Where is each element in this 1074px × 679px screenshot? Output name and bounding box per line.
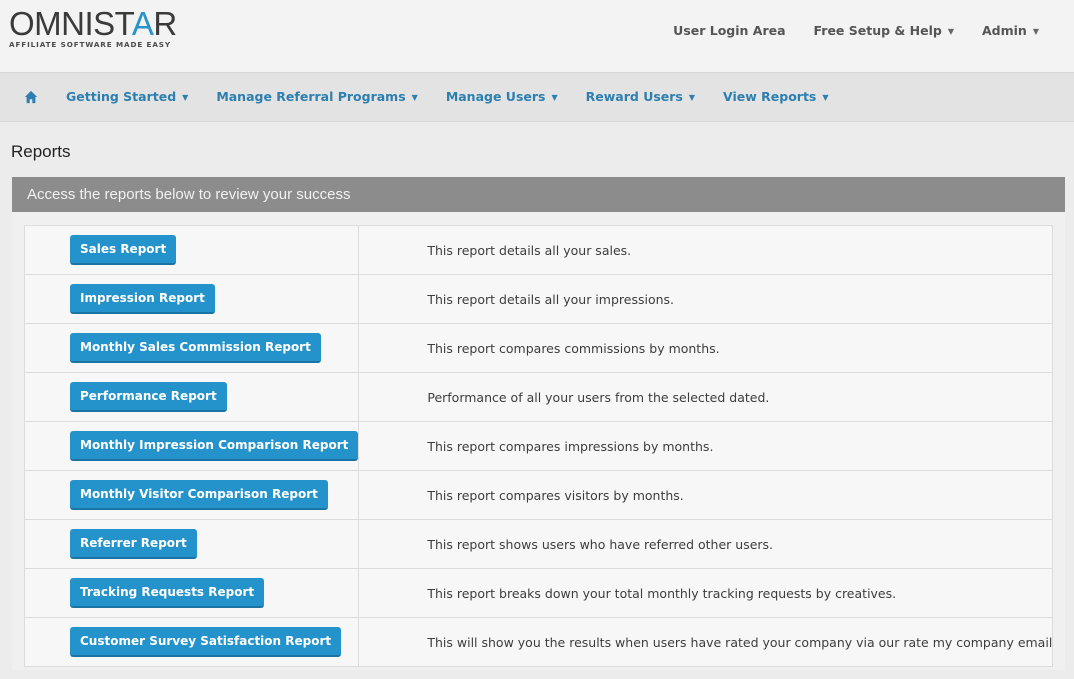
setup-help-menu[interactable]: Free Setup & Help ▼ [814,23,954,38]
monthly-impression-comparison-report-button[interactable]: Monthly Impression Comparison Report [70,431,359,461]
report-description: This report compares visitors by months. [358,470,1054,520]
caret-down-icon: ▼ [822,93,829,102]
caret-down-icon: ▼ [551,93,558,102]
caret-down-icon: ▼ [688,93,696,102]
logo-tagline: AFFILIATE SOFTWARE MADE EASY [9,40,171,49]
monthly-sales-commission-report-button[interactable]: Monthly Sales Commission Report [70,333,321,363]
nav-view-reports[interactable]: View Reports ▼ [723,89,829,104]
main-nav: Getting Started ▼ Manage Referral Program… [0,72,1074,122]
nav-manage-users[interactable]: Manage Users ▼ [446,89,558,104]
caret-down-icon: ▼ [947,27,954,36]
table-row: Monthly Visitor Comparison Report This r… [23,470,1054,520]
logo-wordmark: OMNISTAR [9,5,177,42]
panel-header: Access the reports below to review your … [12,177,1065,212]
caret-down-icon: ▼ [411,93,418,102]
table-row: Customer Survey Satisfaction Report This… [23,617,1054,667]
report-description: This report shows users who have referre… [358,519,1054,569]
top-nav: User Login Area Free Setup & Help ▼ Admin… [673,23,1039,38]
monthly-visitor-comparison-report-button[interactable]: Monthly Visitor Comparison Report [70,480,328,510]
tracking-requests-report-button[interactable]: Tracking Requests Report [70,578,265,608]
report-description: This will show you the results when user… [358,617,1054,667]
report-description: This report breaks down your total month… [358,568,1054,618]
nav-manage-referral-programs[interactable]: Manage Referral Programs ▼ [216,89,418,104]
table-row: Impression Report This report details al… [23,274,1054,324]
table-row: Monthly Impression Comparison Report Thi… [23,421,1054,471]
performance-report-button[interactable]: Performance Report [70,382,227,412]
home-icon[interactable] [24,90,38,104]
page-title: Reports [11,142,71,161]
nav-reward-users[interactable]: Reward Users ▼ [586,89,695,104]
caret-down-icon: ▼ [182,93,189,102]
table-row: Tracking Requests Report This report bre… [23,568,1054,618]
report-description: This report compares impressions by mont… [358,421,1054,471]
user-login-link[interactable]: User Login Area [673,23,785,38]
table-row: Referrer Report This report shows users … [23,519,1054,569]
table-row: Monthly Sales Commission Report This rep… [23,323,1054,373]
omnistar-logo[interactable]: OMNISTAR AFFILIATE SOFTWARE MADE EASY [9,5,177,50]
admin-menu[interactable]: Admin ▼ [982,23,1039,38]
table-row: Sales Report This report details all you… [23,225,1054,275]
site-header: OMNISTAR AFFILIATE SOFTWARE MADE EASY Us… [0,0,1074,72]
customer-survey-satisfaction-report-button[interactable]: Customer Survey Satisfaction Report [70,627,342,657]
referrer-report-button[interactable]: Referrer Report [70,529,197,559]
report-description: This report details all your sales. [358,225,1054,275]
caret-down-icon: ▼ [1032,27,1039,36]
table-row: Performance Report Performance of all yo… [23,372,1054,422]
sales-report-button[interactable]: Sales Report [70,235,177,265]
reports-table: Sales Report This report details all you… [23,225,1054,667]
impression-report-button[interactable]: Impression Report [70,284,215,314]
report-description: This report compares commissions by mont… [358,323,1054,373]
report-description: Performance of all your users from the s… [358,372,1054,422]
report-description: This report details all your impressions… [358,274,1054,324]
nav-getting-started[interactable]: Getting Started ▼ [66,89,188,104]
